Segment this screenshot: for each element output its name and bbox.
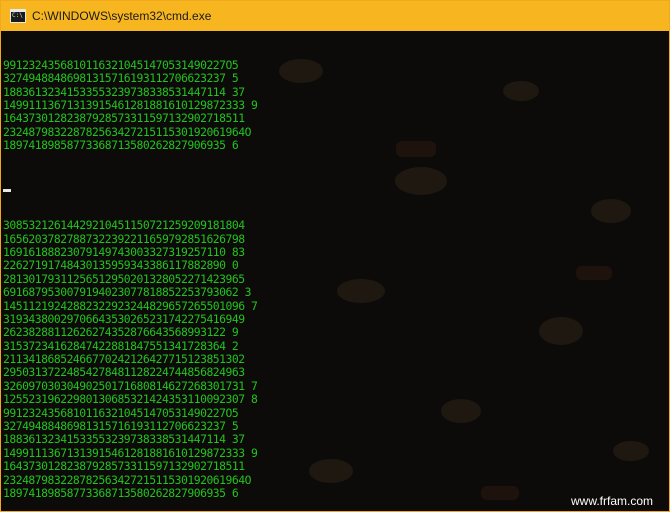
text-cursor: [3, 189, 11, 193]
cmd-icon[interactable]: C:\: [10, 9, 26, 23]
console-line: 14511219242882322923244829657265501096 7: [3, 298, 258, 313]
title-bar[interactable]: C:\ C:\WINDOWS\system32\cmd.exe: [1, 1, 669, 31]
console-line: 22627191748430135959343386117882890 0: [3, 258, 239, 273]
console-line: 16916188823079149743003327319257110 83: [3, 244, 245, 259]
console-line: 16562037827887322392211659792851626798: [3, 231, 245, 246]
console-area[interactable]: 99123243568101163210451470531490227O5 327…: [1, 31, 669, 511]
console-line: 30853212614429210451150721259209181804: [3, 218, 245, 233]
console-line: 14991113671313915461281881610129872333 9: [3, 97, 258, 112]
console-line: 28130179311256512950201328052271423965: [3, 271, 245, 286]
console-line: 18836132341533553239738338531447114 37: [3, 432, 245, 447]
console-line: 31934380029706643530265231742275416949: [3, 311, 245, 326]
watermark-text: www.frfam.com: [570, 494, 653, 508]
console-line: 99123243568101163210451470531490227O5: [3, 57, 239, 72]
console-line: 18974189858773368713580262827906935 6: [3, 485, 239, 500]
console-line: 18974189858773368713580262827906935 6: [3, 138, 239, 153]
console-line: 32609703030490250171680814627268301731 7: [3, 378, 258, 393]
console-line: 99123243568101163210451470531490227O5: [3, 405, 239, 420]
console-line: 21134186852466770242126427715123851302: [3, 352, 245, 367]
cmd-window: C:\ C:\WINDOWS\system32\cmd.exe 99123243…: [0, 0, 670, 512]
console-line: 12552319622980130685321424353110092307 8: [3, 392, 258, 407]
console-line: 14991113671313915461281881610129872333 9: [3, 445, 258, 460]
console-line: 26238288112626274352876643568993122 9: [3, 325, 239, 340]
console-line: 23248798322878256342721511530192061964O: [3, 124, 251, 139]
console-line: 31537234162847422881847551341728364 2: [3, 338, 239, 353]
console-line: 16437301282387928573311597132902718511: [3, 111, 245, 126]
output-block-1: 99123243568101163210451470531490227O5 327…: [3, 57, 669, 153]
console-output: 99123243568101163210451470531490227O5 327…: [1, 31, 669, 511]
cmd-icon-text: C:\: [12, 12, 23, 19]
console-line: 6916879530079194023077818852253793062 3: [3, 285, 251, 300]
console-line: 32749488486981315716193112706623237 5: [3, 71, 239, 86]
console-line: 29503137224854278481128224744856824963: [3, 365, 245, 380]
console-line: 18836132341533553239738338531447114 37: [3, 84, 245, 99]
console-line: 16437301282387928573311597132902718511: [3, 459, 245, 474]
console-line: 23248798322878256342721511530192061964O: [3, 472, 251, 487]
output-block-2: 30853212614429210451150721259209181804 16…: [3, 218, 669, 500]
window-title: C:\WINDOWS\system32\cmd.exe: [32, 9, 212, 23]
console-line: 32749488486981315716193112706623237 5: [3, 419, 239, 434]
